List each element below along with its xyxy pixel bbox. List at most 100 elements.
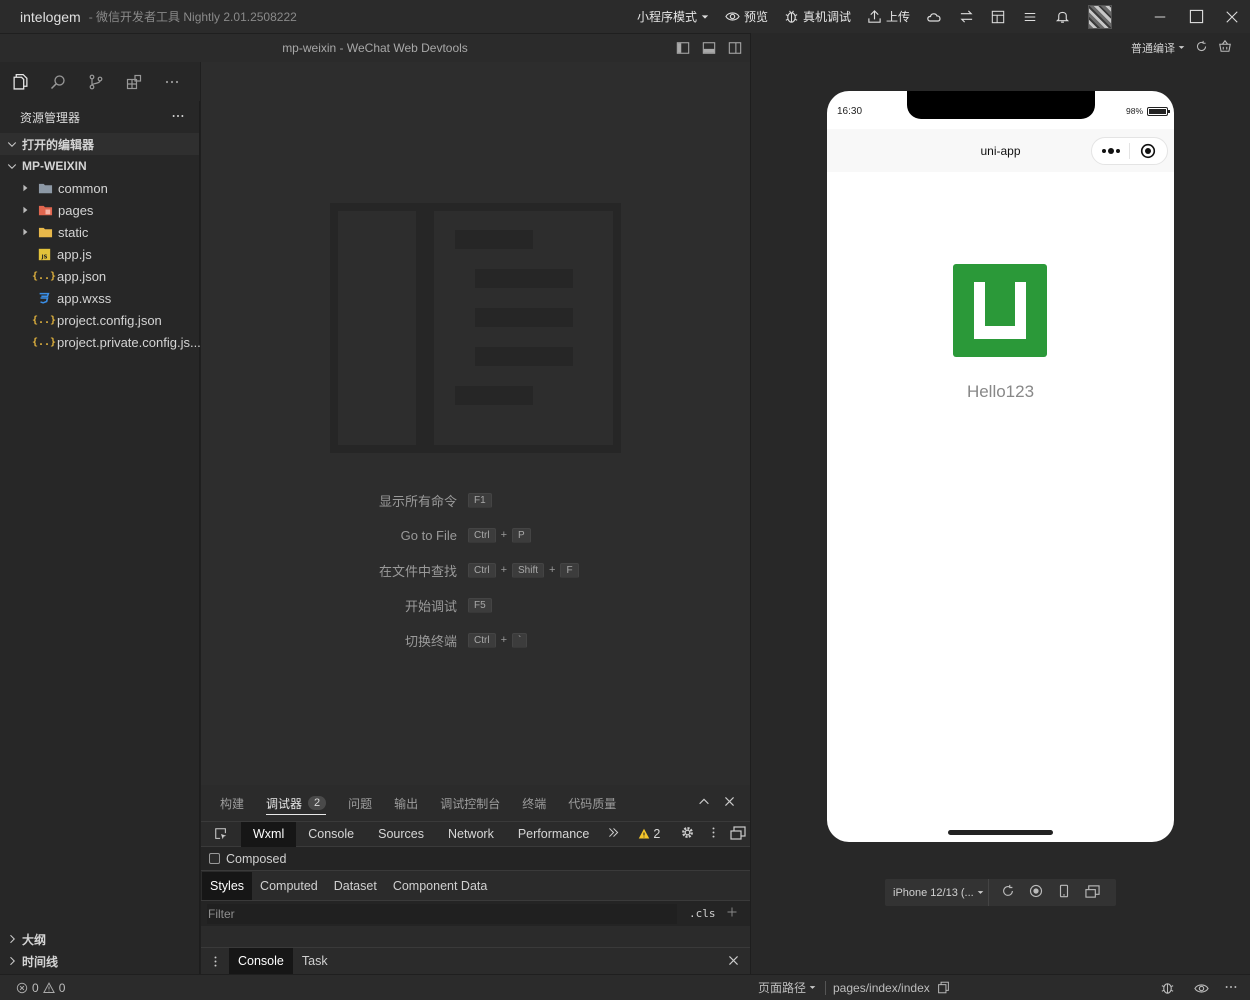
chevron-right-icon: [10, 956, 15, 966]
project-section[interactable]: MP-WEIXIN: [0, 155, 199, 177]
tab-label: 终端: [522, 796, 547, 811]
key-cap: F1: [468, 492, 492, 508]
stop-button[interactable]: [1029, 884, 1043, 901]
menu-button[interactable]: [1014, 0, 1046, 33]
chevron-down-icon: [701, 14, 709, 19]
more-tab[interactable]: [162, 72, 182, 92]
tab-label: Task: [301, 954, 328, 968]
explorer-more-button[interactable]: [171, 109, 185, 126]
count-badge: 2: [308, 796, 327, 810]
close-drawer-button[interactable]: [727, 954, 740, 970]
tab-wxml[interactable]: Wxml: [241, 821, 297, 847]
copy-path-button[interactable]: [937, 981, 950, 997]
composed-checkbox[interactable]: [209, 853, 220, 864]
outline-section[interactable]: 大纲: [0, 928, 200, 950]
basket-icon: [1219, 39, 1231, 52]
toggle-simulator-button[interactable]: [726, 39, 744, 57]
problems-counter[interactable]: 0 0: [16, 981, 65, 995]
mode-dropdown[interactable]: 小程序模式: [629, 0, 717, 33]
more-status-button[interactable]: [1224, 980, 1238, 997]
notification-button[interactable]: [1046, 0, 1078, 33]
tab-network[interactable]: Network: [436, 822, 506, 847]
cloud-button[interactable]: [918, 0, 950, 33]
open-editors-section[interactable]: 打开的编辑器: [0, 133, 199, 155]
tab-dataset[interactable]: Dataset: [326, 872, 385, 900]
toggle-sidebar-button[interactable]: [674, 39, 692, 57]
devtools-menu-button[interactable]: [707, 826, 720, 842]
tree-item-common[interactable]: common: [0, 177, 199, 199]
capsule-more-button[interactable]: [1092, 146, 1129, 156]
hamburger-icon: [1024, 12, 1036, 21]
tree-item-project-config[interactable]: {..} project.config.json: [0, 309, 199, 331]
remote-debug-button[interactable]: 真机调试: [776, 0, 859, 33]
rotate-button[interactable]: [1001, 884, 1015, 901]
maximize-button[interactable]: [1178, 0, 1214, 33]
maximize-panel-button[interactable]: [697, 795, 711, 812]
more-tabs-button[interactable]: [607, 826, 620, 842]
tab-debug-console[interactable]: 调试控制台: [440, 785, 500, 821]
clear-cache-button[interactable]: [1218, 39, 1232, 56]
tab-component-data[interactable]: Component Data: [385, 872, 496, 900]
cls-button[interactable]: .cls: [689, 907, 716, 920]
tab-build[interactable]: 构建: [220, 785, 244, 821]
source-control-tab[interactable]: [86, 72, 106, 92]
toggle-panel-button[interactable]: [700, 39, 718, 57]
tab-label: 构建: [220, 796, 245, 811]
tab-code-quality[interactable]: 代码质量: [568, 785, 616, 821]
drawer-tab-task[interactable]: Task: [293, 948, 337, 974]
layout-button[interactable]: [982, 0, 1014, 33]
undock-button[interactable]: [730, 825, 746, 844]
phone-mode-button[interactable]: [1057, 884, 1071, 901]
tree-item-app-wxss[interactable]: app.wxss: [0, 287, 199, 309]
search-tab[interactable]: [48, 72, 68, 92]
timeline-section[interactable]: 时间线: [0, 950, 200, 972]
capsule-close-button[interactable]: [1130, 143, 1167, 159]
upload-button[interactable]: 上传: [859, 0, 918, 33]
tab-computed[interactable]: Computed: [252, 872, 326, 900]
close-window-button[interactable]: [1214, 0, 1250, 33]
add-style-rule-button[interactable]: [726, 906, 738, 921]
json-file-icon: {..}: [31, 270, 57, 282]
status-bar: 0 0 页面路径 pages/index/index: [0, 974, 1250, 1000]
tree-item-app-json[interactable]: {..} app.json: [0, 265, 199, 287]
switch-button[interactable]: [950, 0, 982, 33]
debug-status-button[interactable]: [1160, 980, 1175, 998]
preview-label: 预览: [743, 10, 768, 24]
explorer-tab[interactable]: [10, 72, 30, 92]
tree-item-project-private-config[interactable]: {..} project.private.config.js...: [0, 331, 201, 353]
refresh-button[interactable]: [1195, 40, 1208, 56]
compile-mode-label: 普通编译: [1131, 42, 1175, 55]
compile-mode-dropdown[interactable]: 普通编译: [1131, 40, 1185, 56]
tab-performance[interactable]: Performance: [506, 822, 602, 847]
minimize-button[interactable]: [1142, 0, 1178, 33]
warning-counter[interactable]: 2: [638, 827, 660, 841]
extensions-tab[interactable]: [124, 72, 144, 92]
tab-styles[interactable]: Styles: [202, 871, 253, 900]
tab-problems[interactable]: 问题: [348, 785, 372, 821]
tree-item-app-js[interactable]: JS app.js: [0, 243, 199, 265]
preview-button[interactable]: 预览: [717, 0, 776, 33]
tab-sources[interactable]: Sources: [366, 822, 436, 847]
page-path-dropdown[interactable]: 页面路径: [758, 979, 816, 996]
upload-label: 上传: [885, 10, 910, 24]
app-subtitle: - 微信开发者工具 Nightly 2.01.2508222: [88, 10, 297, 24]
inspect-element-button[interactable]: [201, 827, 241, 841]
device-label: iPhone 12/13 (...: [893, 886, 974, 899]
project-label: MP-WEIXIN: [22, 159, 87, 173]
device-dropdown[interactable]: iPhone 12/13 (...: [885, 879, 989, 906]
tab-terminal[interactable]: 终端: [522, 785, 546, 821]
tab-console[interactable]: Console: [296, 822, 366, 847]
devtools-settings-button[interactable]: [680, 825, 695, 843]
avatar[interactable]: [1088, 4, 1112, 29]
tree-item-pages[interactable]: pages: [0, 199, 199, 221]
tab-output[interactable]: 输出: [394, 785, 418, 821]
popout-button[interactable]: [1085, 884, 1100, 902]
drawer-tab-console[interactable]: Console: [229, 948, 293, 974]
drawer-menu-button[interactable]: [201, 955, 229, 968]
preview-status-button[interactable]: [1194, 981, 1209, 999]
tree-item-static[interactable]: static: [0, 221, 199, 243]
close-panel-button[interactable]: [723, 795, 736, 812]
styles-filter-input[interactable]: [207, 903, 677, 924]
composed-toggle[interactable]: Composed: [201, 847, 750, 871]
tab-debugger[interactable]: 调试器 2: [266, 785, 327, 821]
